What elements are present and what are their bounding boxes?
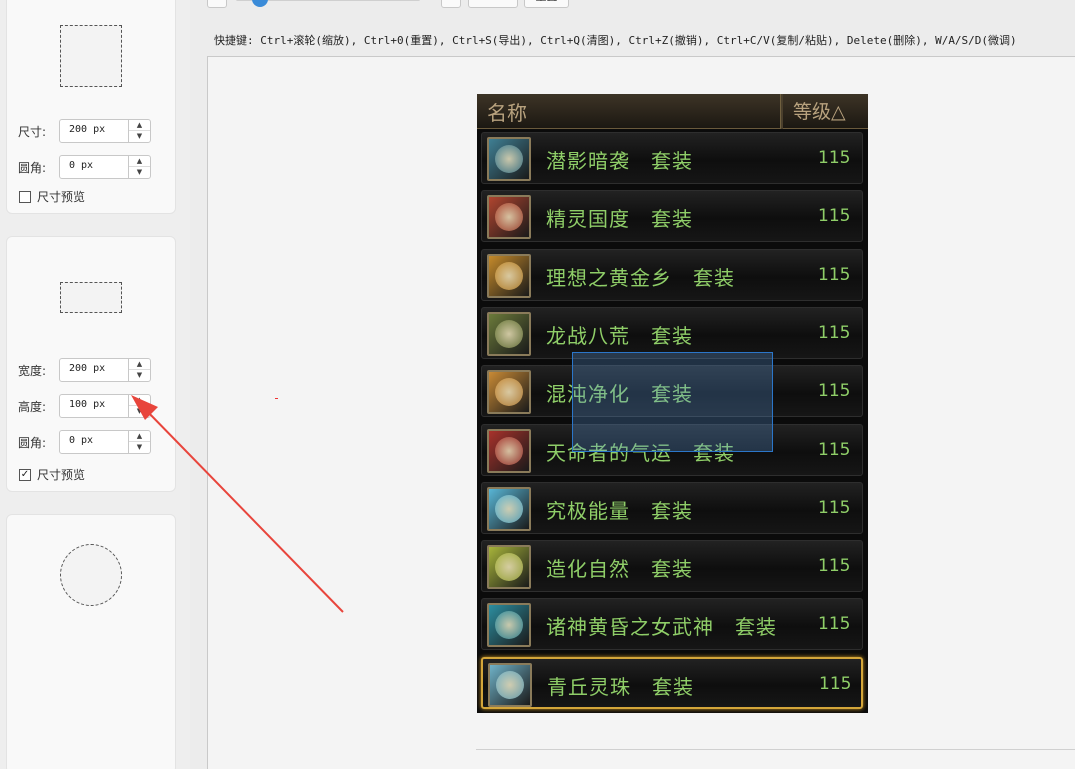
item-level: 115 [818, 148, 851, 168]
gold-mask-icon [487, 253, 531, 298]
width-spinbox[interactable]: 200 px ▲ ▼ [59, 358, 151, 382]
item-level: 115 [818, 556, 851, 577]
width-row: 宽度: 200 px ▲ ▼ [18, 358, 151, 382]
item-level: 115 [818, 264, 851, 285]
dragon-claw-icon [487, 311, 531, 356]
circle-shape-card [6, 514, 176, 769]
width-decrement-icon[interactable]: ▼ [129, 370, 150, 381]
zoom-level-field[interactable]: 100% [468, 0, 518, 8]
item-name: 精灵国度 套装 [546, 207, 693, 232]
list-item[interactable]: 潜影暗袭 套装 115 [481, 132, 863, 184]
item-level: 115 [818, 322, 851, 343]
list-item[interactable]: 造化自然 套装 115 [481, 540, 863, 593]
circle-shape-preview[interactable] [60, 544, 122, 606]
rect-radius-increment-icon[interactable]: ▲ [129, 431, 150, 442]
list-item[interactable]: 理想之黄金乡 套装 115 [481, 248, 863, 301]
height-decrement-icon[interactable]: ▼ [129, 406, 150, 417]
list-item[interactable]: 青丘灵珠 套装 115 [481, 656, 863, 709]
valkyrie-icon [487, 603, 531, 648]
height-row: 高度: 100 px ▲ ▼ [18, 394, 151, 418]
size-spinbox[interactable]: 200 px ▲ ▼ [59, 119, 151, 143]
rect-radius-value[interactable]: 0 px [69, 435, 93, 446]
zoom-slider-handle[interactable] [252, 0, 268, 7]
rect-shape-card: 宽度: 200 px ▲ ▼ 高度: 100 px ▲ ▼ 圆角: 0 px ▲ ▼ … [6, 236, 176, 492]
square-radius-value[interactable]: 0 px [69, 160, 93, 171]
canvas-divider [476, 749, 1075, 750]
height-increment-icon[interactable]: ▲ [129, 395, 150, 406]
selection-rectangle[interactable] [572, 352, 773, 452]
rect-radius-spinbox[interactable]: 0 px ▲ ▼ [59, 430, 151, 454]
width-value[interactable]: 200 px [69, 363, 105, 374]
fox-pearl-icon [488, 662, 532, 707]
size-decrement-icon[interactable]: ▼ [129, 131, 150, 142]
size-row: 尺寸: 200 px ▲ ▼ [18, 119, 151, 143]
size-value[interactable]: 200 px [69, 124, 105, 135]
square-radius-decrement-icon[interactable]: ▼ [129, 167, 150, 178]
item-level: 115 [818, 614, 851, 635]
rect-preview-label: 尺寸预览 [37, 468, 86, 482]
height-spinbox[interactable]: 100 px ▲ ▼ [59, 394, 151, 418]
blade-icon [487, 428, 531, 473]
shape-settings-panel: 尺寸: 200 px ▲ ▼ 圆角: 0 px ▲ ▼ 尺寸预览 宽度: 200 p… [0, 0, 190, 769]
checked-box-icon[interactable]: ✓ [19, 468, 31, 481]
rect-preview-checkbox[interactable]: ✓ 尺寸预览 [19, 466, 85, 483]
crystal-icon [487, 486, 531, 531]
item-name: 究极能量 套装 [546, 498, 693, 523]
item-name: 诸神黄昏之女武神 套装 [546, 615, 777, 640]
size-label: 尺寸: [18, 124, 47, 139]
height-label: 高度: [18, 399, 47, 414]
item-name: 潜影暗袭 套装 [546, 149, 693, 173]
square-shape-preview[interactable] [60, 25, 122, 87]
list-item[interactable]: 精灵国度 套装 115 [481, 190, 863, 243]
rect-radius-decrement-icon[interactable]: ▼ [129, 442, 150, 453]
item-level: 115 [818, 206, 851, 227]
header-divider [780, 94, 783, 129]
item-name: 理想之黄金乡 套装 [546, 265, 735, 290]
square-radius-label: 圆角: [18, 160, 47, 175]
item-name: 龙战八荒 套装 [546, 323, 693, 348]
nature-orb-icon [487, 545, 531, 590]
header-name: 名称 [487, 101, 527, 125]
list-item[interactable]: 究极能量 套装 115 [481, 481, 863, 534]
item-level: 115 [818, 439, 851, 460]
branch-icon [487, 137, 531, 181]
item-name: 青丘灵珠 套装 [547, 674, 694, 699]
toolbar-button-left[interactable] [207, 0, 227, 8]
square-preview-checkbox[interactable]: 尺寸预览 [19, 188, 85, 205]
square-shape-card: 尺寸: 200 px ▲ ▼ 圆角: 0 px ▲ ▼ 尺寸预览 [6, 0, 176, 214]
red-mark [275, 398, 278, 399]
leaf-icon [487, 370, 531, 415]
unchecked-box-icon[interactable] [19, 190, 31, 203]
header-level-sort[interactable]: 等级△ [793, 97, 846, 124]
width-label: 宽度: [18, 363, 47, 378]
square-radius-increment-icon[interactable]: ▲ [129, 156, 150, 167]
width-increment-icon[interactable]: ▲ [129, 359, 150, 370]
square-radius-spinbox[interactable]: 0 px ▲ ▼ [59, 155, 151, 179]
square-radius-row: 圆角: 0 px ▲ ▼ [18, 155, 151, 179]
square-preview-label: 尺寸预览 [37, 190, 86, 204]
rect-radius-label: 圆角: [18, 435, 47, 450]
item-level: 115 [818, 381, 851, 402]
flower-icon [487, 195, 531, 240]
list-item[interactable]: 诸神黄昏之女武神 套装 115 [481, 598, 863, 651]
toolbar-button-small[interactable] [441, 0, 461, 8]
rect-radius-row: 圆角: 0 px ▲ ▼ [18, 430, 151, 454]
size-increment-icon[interactable]: ▲ [129, 120, 150, 131]
rect-shape-preview[interactable] [60, 282, 122, 313]
list-header: 名称 等级△ [477, 94, 868, 129]
height-value[interactable]: 100 px [69, 399, 105, 410]
shortcut-hint: 快捷键: Ctrl+滚轮(缩放), Ctrl+0(重置), Ctrl+S(导出)… [214, 34, 1017, 47]
item-level: 115 [819, 673, 852, 694]
item-name: 造化自然 套装 [546, 557, 693, 582]
item-level: 115 [818, 497, 851, 518]
reset-button[interactable]: 重置 [524, 0, 569, 8]
